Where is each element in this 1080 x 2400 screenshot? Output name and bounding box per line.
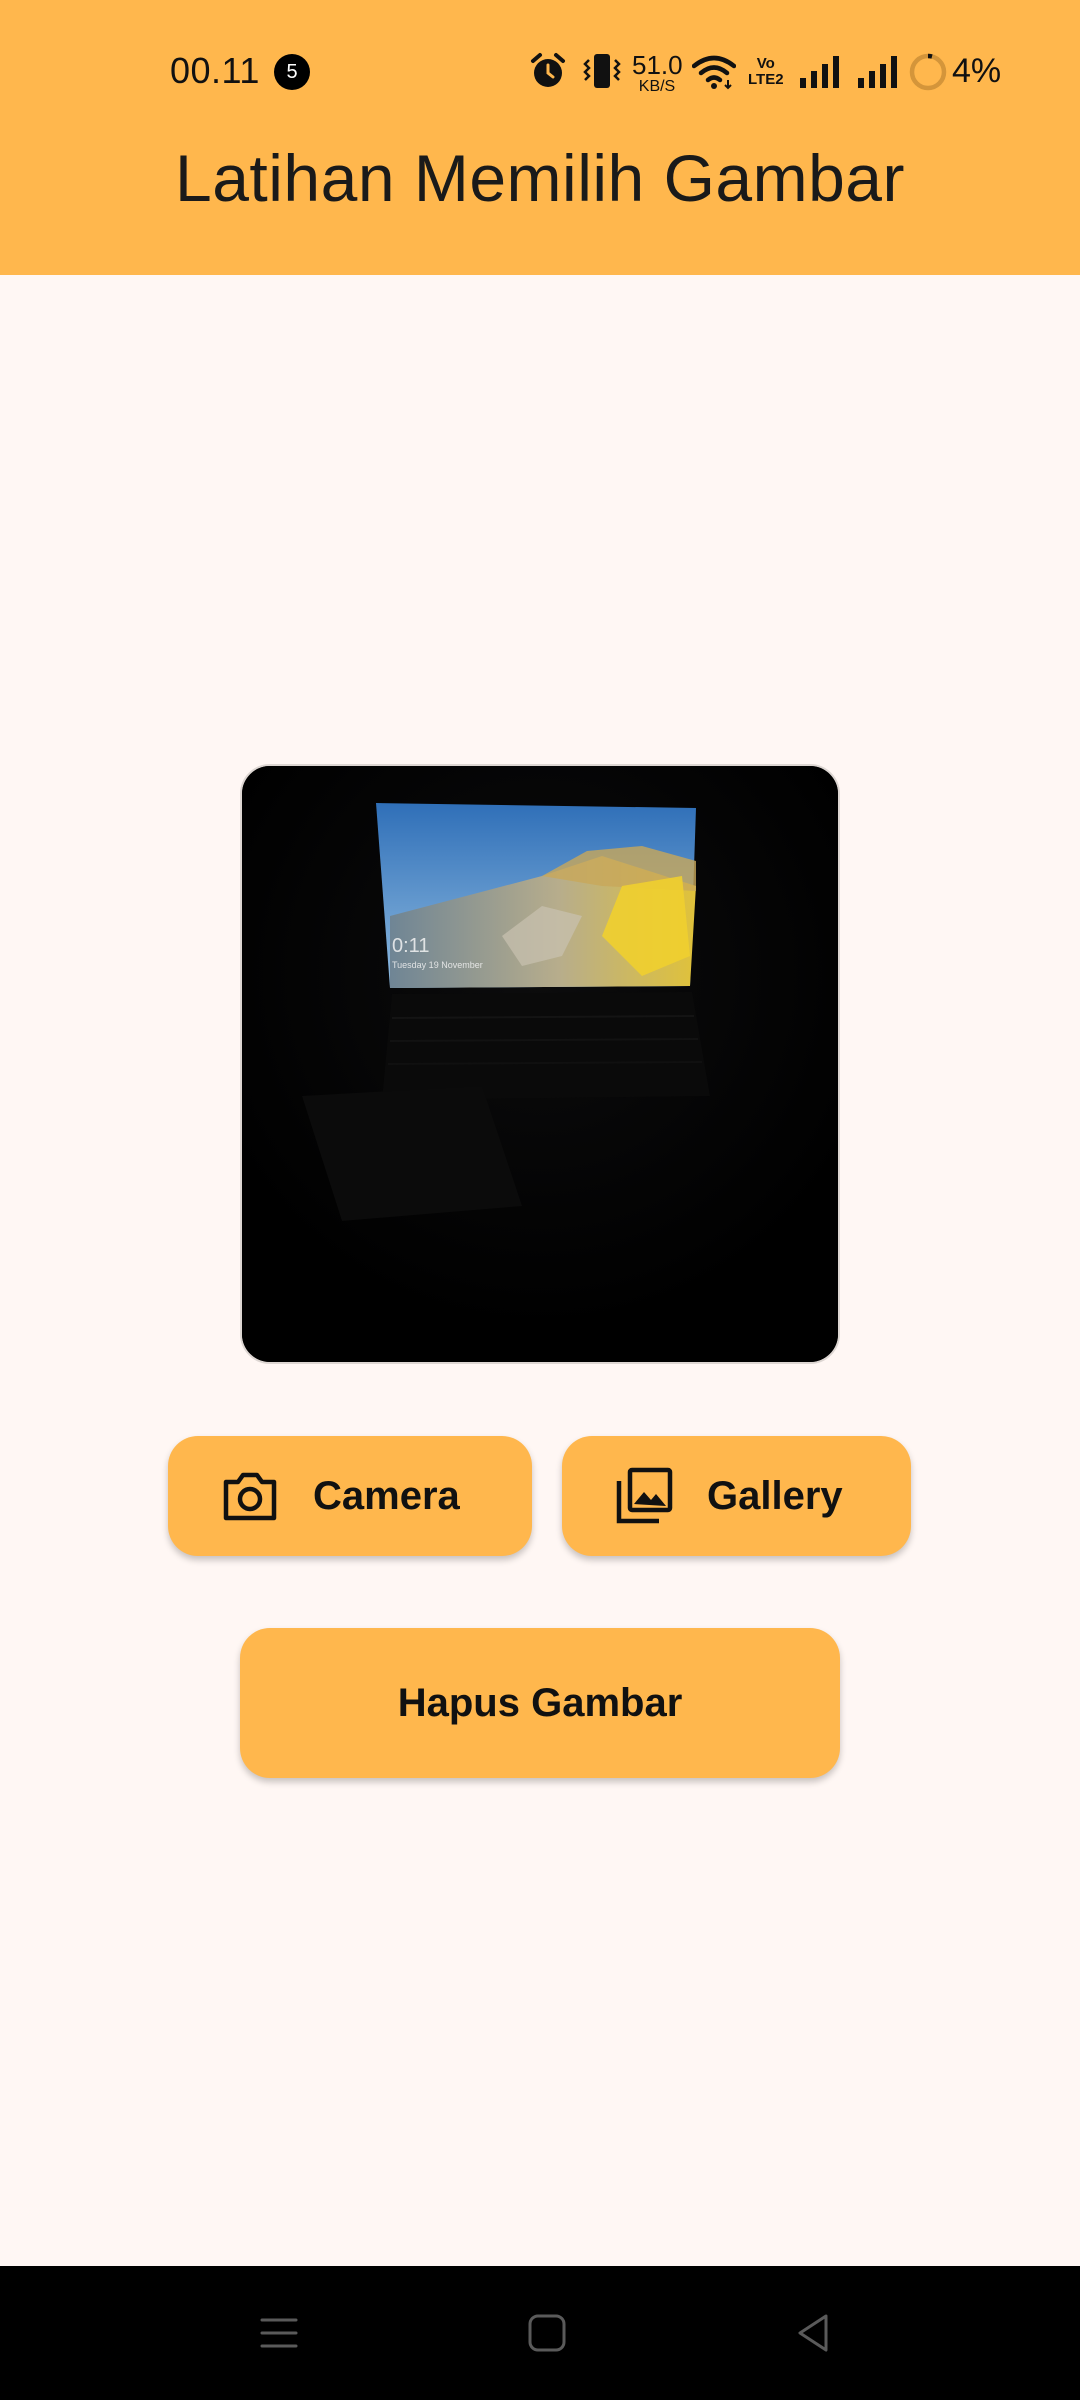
overlay-time: 0:11 xyxy=(392,935,429,957)
network-speed-unit: KB/S xyxy=(638,78,676,95)
alarm-icon xyxy=(531,53,565,87)
gallery-button-label: Gallery xyxy=(707,1474,843,1518)
volte-icon: Vo LTE2 xyxy=(748,56,784,88)
battery-percent: 4% xyxy=(952,52,1002,90)
navigation-bar xyxy=(0,2266,1080,2400)
battery-icon xyxy=(909,53,947,91)
signal-icon xyxy=(800,56,839,88)
notification-badge: 5 xyxy=(274,54,310,90)
home-icon[interactable] xyxy=(522,2308,572,2358)
app-bar: 00.11 5 51.0 KB/S Vo LTE2 4% Latihan Mem… xyxy=(0,0,1080,275)
page-title: Latihan Memilih Gambar xyxy=(175,141,905,215)
camera-button[interactable]: Camera xyxy=(168,1436,532,1556)
image-preview: 0:11 Tuesday 19 November xyxy=(240,764,840,1364)
camera-button-label: Camera xyxy=(313,1474,460,1518)
volte-line1: Vo xyxy=(756,55,775,72)
network-speed-value: 51.0 xyxy=(632,50,683,80)
wifi-icon xyxy=(692,55,736,90)
status-bar: 00.11 5 51.0 KB/S Vo LTE2 4% xyxy=(0,0,1080,145)
camera-icon xyxy=(223,1472,277,1521)
gallery-icon xyxy=(616,1467,673,1524)
signal-icon xyxy=(858,56,897,88)
delete-image-button-label: Hapus Gambar xyxy=(397,1681,683,1725)
photo-preview: 0:11 Tuesday 19 November xyxy=(242,766,838,1362)
vibrate-icon xyxy=(583,54,621,88)
status-time: 00.11 xyxy=(170,50,260,91)
menu-icon[interactable] xyxy=(254,2308,304,2358)
gallery-button[interactable]: Gallery xyxy=(562,1436,911,1556)
network-speed: 51.0 KB/S xyxy=(632,50,683,95)
overlay-date: Tuesday 19 November xyxy=(392,960,483,970)
volte-line2: LTE2 xyxy=(748,70,784,88)
delete-image-button[interactable]: Hapus Gambar xyxy=(240,1628,840,1778)
back-icon[interactable] xyxy=(788,2308,838,2358)
